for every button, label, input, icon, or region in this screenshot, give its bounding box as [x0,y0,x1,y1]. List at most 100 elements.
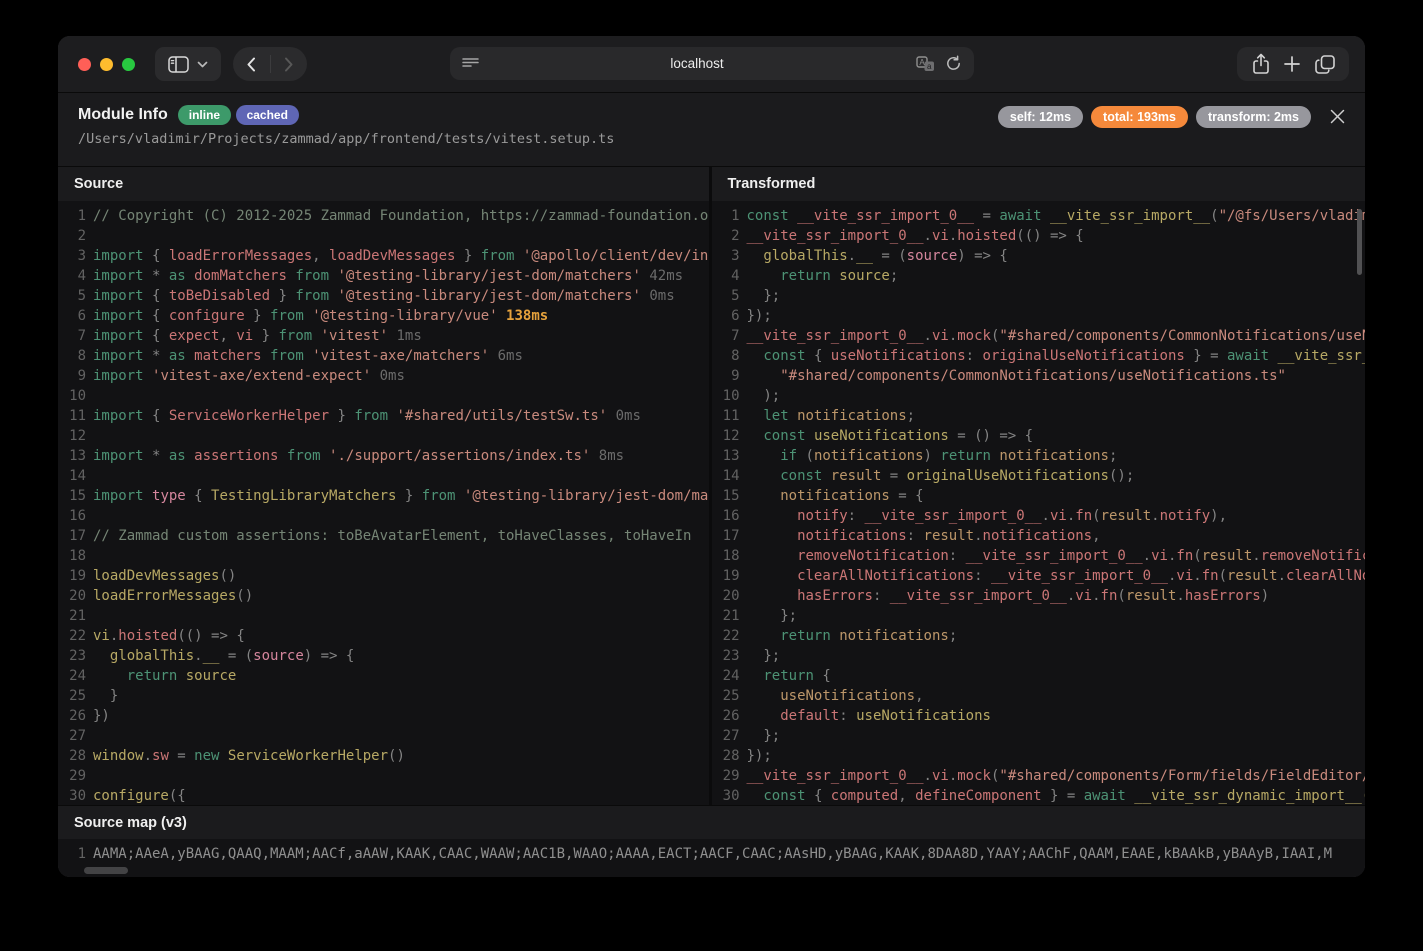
code-line: 16 notify: __vite_ssr_import_0__.vi.fn(r… [712,506,1366,526]
minimize-window-button[interactable] [100,58,113,71]
line-number: 10 [712,386,740,406]
source-panel-title: Source [58,167,709,201]
close-icon [1329,108,1346,125]
line-number: 24 [58,666,86,686]
code-line: 2__vite_ssr_import_0__.vi.hoisted(() => … [712,226,1366,246]
module-badge: cached [236,105,299,125]
nav-buttons [233,47,307,81]
sourcemap-line: 1 AAMA;AAeA,yBAAG,QAAQ,MAAM;AACf,aAAW,KA… [58,844,1365,864]
reload-button[interactable] [945,55,962,72]
code-line: 27 [58,726,709,746]
code-line: 18 removeNotification: __vite_ssr_import… [712,546,1366,566]
code-line: 19loadDevMessages() [58,566,709,586]
line-number: 28 [58,746,86,766]
toolbar-right-buttons [1237,47,1349,81]
code-line: 19 clearAllNotifications: __vite_ssr_imp… [712,566,1366,586]
code-line: 5 }; [712,286,1366,306]
line-number: 2 [712,226,740,246]
code-line: 24 return { [712,666,1366,686]
browser-window: localhost A a [58,36,1365,877]
line-number: 10 [58,386,86,406]
chevron-left-icon [246,57,256,72]
line-number: 21 [712,606,740,626]
code-line: 28window.sw = new ServiceWorkerHelper() [58,746,709,766]
line-number: 26 [712,706,740,726]
horizontal-scrollbar-thumb[interactable] [84,867,128,874]
line-number: 25 [58,686,86,706]
chevron-right-icon [284,57,294,72]
sidebar-toggle-button[interactable] [155,47,221,81]
share-button[interactable] [1252,53,1270,75]
code-line: 22 return notifications; [712,626,1366,646]
line-number: 14 [712,466,740,486]
code-line: 27 }; [712,726,1366,746]
code-line: 7import { expect, vi } from 'vitest' 1ms [58,326,709,346]
line-number: 6 [58,306,86,326]
line-number: 23 [712,646,740,666]
line-number: 14 [58,466,86,486]
vertical-scrollbar-thumb[interactable] [1357,209,1362,275]
code-line: 17 notifications: result.notifications, [712,526,1366,546]
close-window-button[interactable] [78,58,91,71]
code-line: 4import * as domMatchers from '@testing-… [58,266,709,286]
line-number: 3 [712,246,740,266]
line-number: 30 [712,786,740,805]
code-line: 28}); [712,746,1366,766]
code-line: 14 const result = originalUseNotificatio… [712,466,1366,486]
transformed-panel-title: Transformed [712,167,1366,201]
transformed-code-view: 1const __vite_ssr_import_0__ = await __v… [712,201,1366,805]
line-number: 7 [712,326,740,346]
zoom-window-button[interactable] [122,58,135,71]
line-number: 27 [58,726,86,746]
timing-badge: self: 12ms [998,106,1083,128]
code-line: 22vi.hoisted(() => { [58,626,709,646]
code-line: 25 } [58,686,709,706]
close-panel-button[interactable] [1325,104,1350,129]
module-info-header: Module Info inline cached /Users/vladimi… [58,92,1365,166]
line-number: 11 [58,406,86,426]
line-number: 19 [712,566,740,586]
new-tab-button[interactable] [1284,56,1300,72]
line-number: 17 [712,526,740,546]
code-line: 30 const { computed, defineComponent } =… [712,786,1366,805]
code-panels: Source 1// Copyright (C) 2012-2025 Zamma… [58,166,1365,805]
forward-button[interactable] [284,57,294,72]
code-line: 9import 'vitest-axe/extend-expect' 0ms [58,366,709,386]
module-badge: inline [178,105,231,125]
line-number: 18 [58,546,86,566]
code-line: 8import * as matchers from 'vitest-axe/m… [58,346,709,366]
back-button[interactable] [246,57,256,72]
module-badges: inline cached [178,106,299,124]
code-line: 11 let notifications; [712,406,1366,426]
line-number: 18 [712,546,740,566]
browser-toolbar: localhost A a [58,36,1365,92]
address-bar[interactable]: localhost A a [450,47,974,80]
share-icon [1252,53,1270,75]
line-number: 20 [712,586,740,606]
line-number: 29 [712,766,740,786]
code-line: 23 }; [712,646,1366,666]
source-code-view: 1// Copyright (C) 2012-2025 Zammad Found… [58,201,709,805]
line-number: 15 [712,486,740,506]
timing-badge: transform: 2ms [1196,106,1311,128]
url-text: localhost [479,56,916,71]
code-line: 12 [58,426,709,446]
line-number: 19 [58,566,86,586]
page-title: Module Info [78,106,168,124]
line-number: 22 [58,626,86,646]
code-line: 10 [58,386,709,406]
nav-divider [270,55,271,73]
line-number: 27 [712,726,740,746]
code-line: 11import { ServiceWorkerHelper } from '#… [58,406,709,426]
code-line: 26 default: useNotifications [712,706,1366,726]
timing-badges: self: 12mstotal: 193mstransform: 2ms [998,106,1311,128]
sourcemap-mappings: AAMA;AAeA,yBAAG,QAAQ,MAAM;AACf,aAAW,KAAK… [93,844,1332,864]
code-line: 1// Copyright (C) 2012-2025 Zammad Found… [58,206,709,226]
translate-icon[interactable]: A a [916,56,935,72]
line-number: 29 [58,766,86,786]
code-line: 13import * as assertions from './support… [58,446,709,466]
code-line: 13 if (notifications) return notificatio… [712,446,1366,466]
tab-overview-button[interactable] [1315,55,1335,74]
code-line: 9 "#shared/components/CommonNotification… [712,366,1366,386]
line-number: 12 [58,426,86,446]
